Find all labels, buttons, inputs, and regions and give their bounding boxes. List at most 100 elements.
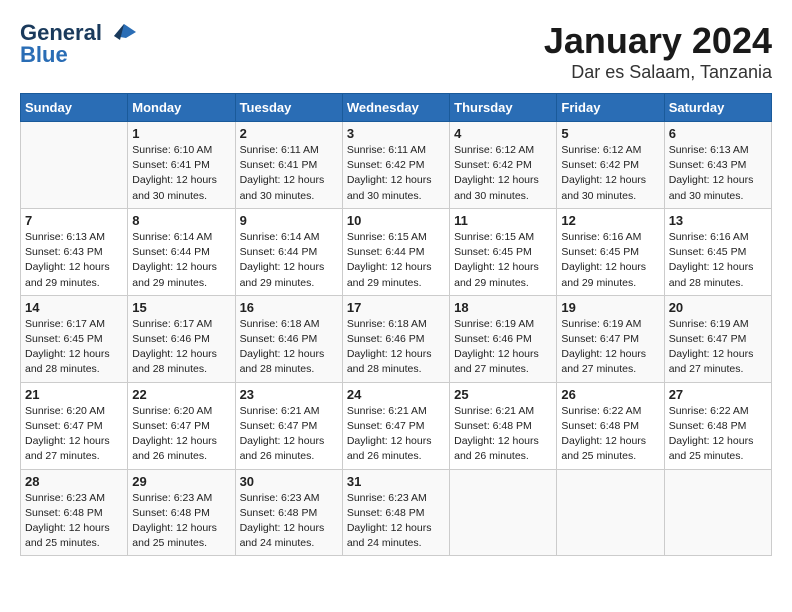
day-info: Sunrise: 6:18 AM Sunset: 6:46 PM Dayligh… bbox=[240, 317, 338, 378]
day-info: Sunrise: 6:13 AM Sunset: 6:43 PM Dayligh… bbox=[25, 230, 123, 291]
day-info: Sunrise: 6:20 AM Sunset: 6:47 PM Dayligh… bbox=[25, 404, 123, 465]
day-number: 14 bbox=[25, 300, 123, 315]
day-info: Sunrise: 6:11 AM Sunset: 6:41 PM Dayligh… bbox=[240, 143, 338, 204]
day-header-friday: Friday bbox=[557, 94, 664, 122]
calendar-cell: 16 Sunrise: 6:18 AM Sunset: 6:46 PM Dayli… bbox=[235, 295, 342, 382]
calendar-week-row: 1 Sunrise: 6:10 AM Sunset: 6:41 PM Daylig… bbox=[21, 122, 772, 209]
day-info: Sunrise: 6:23 AM Sunset: 6:48 PM Dayligh… bbox=[25, 491, 123, 552]
page-title: January 2024 bbox=[544, 20, 772, 62]
day-number: 7 bbox=[25, 213, 123, 228]
day-info: Sunrise: 6:21 AM Sunset: 6:47 PM Dayligh… bbox=[347, 404, 445, 465]
calendar-cell: 4Sunrise: 6:12 AM Sunset: 6:42 PM Daylig… bbox=[450, 122, 557, 209]
day-number: 24 bbox=[347, 387, 445, 402]
calendar-week-row: 7 Sunrise: 6:13 AM Sunset: 6:43 PM Daylig… bbox=[21, 208, 772, 295]
day-info: Sunrise: 6:10 AM Sunset: 6:41 PM Dayligh… bbox=[132, 143, 230, 204]
title-block: January 2024 Dar es Salaam, Tanzania bbox=[544, 20, 772, 83]
day-number: 11 bbox=[454, 213, 552, 228]
day-number: 22 bbox=[132, 387, 230, 402]
calendar-week-row: 14Sunrise: 6:17 AM Sunset: 6:45 PM Dayli… bbox=[21, 295, 772, 382]
day-number: 16 bbox=[240, 300, 338, 315]
day-info: Sunrise: 6:17 AM Sunset: 6:46 PM Dayligh… bbox=[132, 317, 230, 378]
calendar-cell: 6 Sunrise: 6:13 AM Sunset: 6:43 PM Daylig… bbox=[664, 122, 771, 209]
day-number: 21 bbox=[25, 387, 123, 402]
day-number: 9 bbox=[240, 213, 338, 228]
day-info: Sunrise: 6:16 AM Sunset: 6:45 PM Dayligh… bbox=[561, 230, 659, 291]
logo-bird-icon bbox=[104, 22, 136, 44]
day-number: 26 bbox=[561, 387, 659, 402]
calendar-cell: 28 Sunrise: 6:23 AM Sunset: 6:48 PM Dayli… bbox=[21, 469, 128, 556]
day-number: 18 bbox=[454, 300, 552, 315]
calendar-cell: 8 Sunrise: 6:14 AM Sunset: 6:44 PM Daylig… bbox=[128, 208, 235, 295]
day-info: Sunrise: 6:19 AM Sunset: 6:46 PM Dayligh… bbox=[454, 317, 552, 378]
logo: General Blue bbox=[20, 20, 136, 68]
calendar-cell: 9 Sunrise: 6:14 AM Sunset: 6:44 PM Daylig… bbox=[235, 208, 342, 295]
calendar-cell: 11 Sunrise: 6:15 AM Sunset: 6:45 PM Dayli… bbox=[450, 208, 557, 295]
day-number: 15 bbox=[132, 300, 230, 315]
calendar-cell: 29 Sunrise: 6:23 AM Sunset: 6:48 PM Dayli… bbox=[128, 469, 235, 556]
day-number: 19 bbox=[561, 300, 659, 315]
day-info: Sunrise: 6:13 AM Sunset: 6:43 PM Dayligh… bbox=[669, 143, 767, 204]
day-info: Sunrise: 6:11 AM Sunset: 6:42 PM Dayligh… bbox=[347, 143, 445, 204]
calendar-cell: 17 Sunrise: 6:18 AM Sunset: 6:46 PM Dayli… bbox=[342, 295, 449, 382]
calendar-cell bbox=[450, 469, 557, 556]
calendar-cell: 13Sunrise: 6:16 AM Sunset: 6:45 PM Dayli… bbox=[664, 208, 771, 295]
day-number: 3 bbox=[347, 126, 445, 141]
calendar-cell bbox=[664, 469, 771, 556]
day-number: 10 bbox=[347, 213, 445, 228]
day-number: 4 bbox=[454, 126, 552, 141]
calendar-cell: 22 Sunrise: 6:20 AM Sunset: 6:47 PM Dayli… bbox=[128, 382, 235, 469]
day-number: 8 bbox=[132, 213, 230, 228]
day-number: 12 bbox=[561, 213, 659, 228]
calendar-cell: 26 Sunrise: 6:22 AM Sunset: 6:48 PM Dayli… bbox=[557, 382, 664, 469]
day-info: Sunrise: 6:22 AM Sunset: 6:48 PM Dayligh… bbox=[561, 404, 659, 465]
day-info: Sunrise: 6:18 AM Sunset: 6:46 PM Dayligh… bbox=[347, 317, 445, 378]
day-info: Sunrise: 6:23 AM Sunset: 6:48 PM Dayligh… bbox=[347, 491, 445, 552]
calendar-cell: 30Sunrise: 6:23 AM Sunset: 6:48 PM Dayli… bbox=[235, 469, 342, 556]
day-number: 31 bbox=[347, 474, 445, 489]
day-header-thursday: Thursday bbox=[450, 94, 557, 122]
day-info: Sunrise: 6:22 AM Sunset: 6:48 PM Dayligh… bbox=[669, 404, 767, 465]
calendar-cell: 1 Sunrise: 6:10 AM Sunset: 6:41 PM Daylig… bbox=[128, 122, 235, 209]
page-subtitle: Dar es Salaam, Tanzania bbox=[544, 62, 772, 83]
day-info: Sunrise: 6:14 AM Sunset: 6:44 PM Dayligh… bbox=[132, 230, 230, 291]
day-info: Sunrise: 6:16 AM Sunset: 6:45 PM Dayligh… bbox=[669, 230, 767, 291]
calendar-cell bbox=[21, 122, 128, 209]
day-info: Sunrise: 6:20 AM Sunset: 6:47 PM Dayligh… bbox=[132, 404, 230, 465]
calendar-cell: 21 Sunrise: 6:20 AM Sunset: 6:47 PM Dayli… bbox=[21, 382, 128, 469]
day-info: Sunrise: 6:23 AM Sunset: 6:48 PM Dayligh… bbox=[132, 491, 230, 552]
day-info: Sunrise: 6:19 AM Sunset: 6:47 PM Dayligh… bbox=[561, 317, 659, 378]
calendar-cell: 7 Sunrise: 6:13 AM Sunset: 6:43 PM Daylig… bbox=[21, 208, 128, 295]
calendar-cell: 25Sunrise: 6:21 AM Sunset: 6:48 PM Dayli… bbox=[450, 382, 557, 469]
calendar-cell: 14Sunrise: 6:17 AM Sunset: 6:45 PM Dayli… bbox=[21, 295, 128, 382]
calendar-header-row: SundayMondayTuesdayWednesdayThursdayFrid… bbox=[21, 94, 772, 122]
calendar-cell: 23 Sunrise: 6:21 AM Sunset: 6:47 PM Dayli… bbox=[235, 382, 342, 469]
calendar-cell: 20Sunrise: 6:19 AM Sunset: 6:47 PM Dayli… bbox=[664, 295, 771, 382]
day-info: Sunrise: 6:15 AM Sunset: 6:44 PM Dayligh… bbox=[347, 230, 445, 291]
calendar-cell: 5Sunrise: 6:12 AM Sunset: 6:42 PM Daylig… bbox=[557, 122, 664, 209]
day-number: 29 bbox=[132, 474, 230, 489]
day-info: Sunrise: 6:15 AM Sunset: 6:45 PM Dayligh… bbox=[454, 230, 552, 291]
calendar-cell: 12 Sunrise: 6:16 AM Sunset: 6:45 PM Dayli… bbox=[557, 208, 664, 295]
calendar-cell: 31 Sunrise: 6:23 AM Sunset: 6:48 PM Dayli… bbox=[342, 469, 449, 556]
day-number: 1 bbox=[132, 126, 230, 141]
calendar-cell: 2 Sunrise: 6:11 AM Sunset: 6:41 PM Daylig… bbox=[235, 122, 342, 209]
day-number: 5 bbox=[561, 126, 659, 141]
day-header-tuesday: Tuesday bbox=[235, 94, 342, 122]
calendar-body: 1 Sunrise: 6:10 AM Sunset: 6:41 PM Daylig… bbox=[21, 122, 772, 556]
calendar-cell: 27Sunrise: 6:22 AM Sunset: 6:48 PM Dayli… bbox=[664, 382, 771, 469]
day-number: 2 bbox=[240, 126, 338, 141]
day-number: 23 bbox=[240, 387, 338, 402]
day-info: Sunrise: 6:14 AM Sunset: 6:44 PM Dayligh… bbox=[240, 230, 338, 291]
day-number: 28 bbox=[25, 474, 123, 489]
day-header-monday: Monday bbox=[128, 94, 235, 122]
day-number: 6 bbox=[669, 126, 767, 141]
day-number: 17 bbox=[347, 300, 445, 315]
day-info: Sunrise: 6:21 AM Sunset: 6:48 PM Dayligh… bbox=[454, 404, 552, 465]
day-header-wednesday: Wednesday bbox=[342, 94, 449, 122]
calendar-cell: 10 Sunrise: 6:15 AM Sunset: 6:44 PM Dayli… bbox=[342, 208, 449, 295]
day-number: 30 bbox=[240, 474, 338, 489]
calendar-cell: 3 Sunrise: 6:11 AM Sunset: 6:42 PM Daylig… bbox=[342, 122, 449, 209]
calendar-cell: 15 Sunrise: 6:17 AM Sunset: 6:46 PM Dayli… bbox=[128, 295, 235, 382]
calendar-cell: 18 Sunrise: 6:19 AM Sunset: 6:46 PM Dayli… bbox=[450, 295, 557, 382]
day-info: Sunrise: 6:21 AM Sunset: 6:47 PM Dayligh… bbox=[240, 404, 338, 465]
